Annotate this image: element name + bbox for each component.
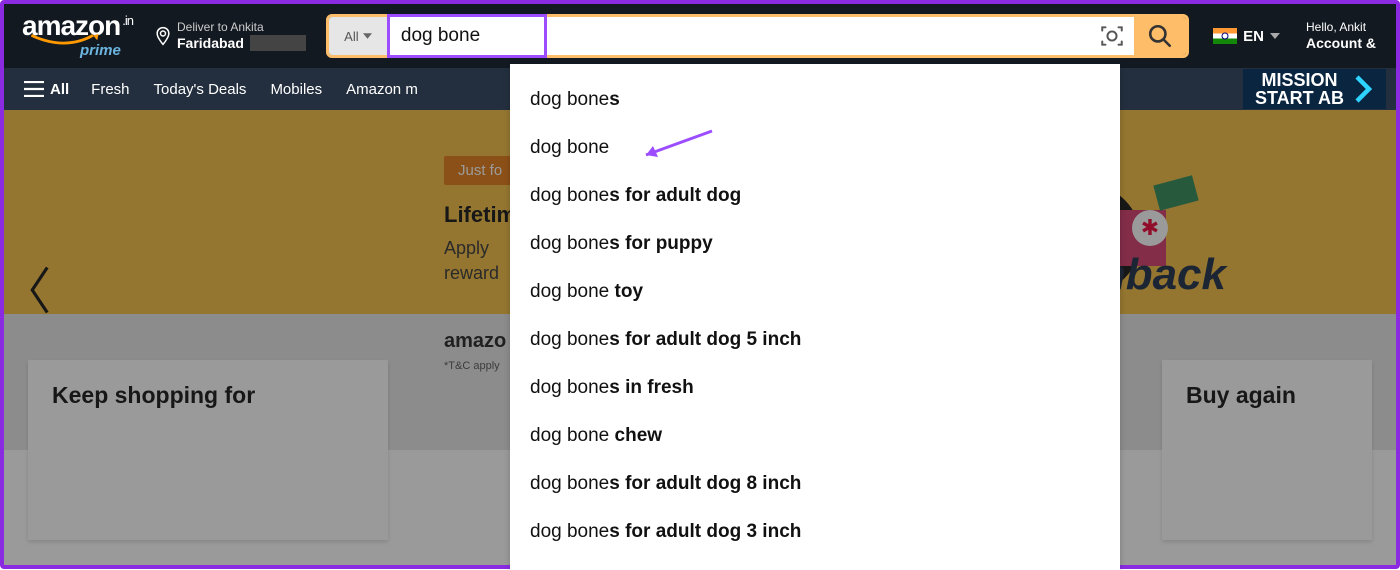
nav-mobiles[interactable]: Mobiles (258, 75, 334, 104)
all-menu-button[interactable]: All (14, 75, 79, 104)
top-navbar: amazon .in prime Deliver to Ankita Farid… (4, 4, 1396, 68)
search-submit-button[interactable] (1134, 17, 1186, 55)
suggestion-item[interactable]: dog bones for adult dog 3 inch (510, 508, 1120, 556)
logo-tld: .in (122, 15, 133, 27)
account-greeting: Hello, Ankit (1306, 21, 1376, 35)
logo-prime-text: prime (80, 42, 121, 59)
redacted-block (250, 35, 306, 51)
caret-down-icon (363, 33, 372, 39)
search-suggestions-dropdown: dog bones dog bone dog bones for adult d… (510, 64, 1120, 570)
india-flag-icon (1213, 28, 1237, 44)
image-search-button[interactable] (1090, 17, 1134, 55)
suggestion-item[interactable]: dog bones for puppy (510, 220, 1120, 268)
account-label: Account & (1306, 35, 1376, 51)
suggestion-item[interactable]: dog bones for adult dog (510, 172, 1120, 220)
language-selector[interactable]: EN (1201, 28, 1292, 45)
mission-line2: START AB (1255, 89, 1344, 107)
location-pin-icon (153, 25, 173, 47)
language-code: EN (1243, 28, 1264, 45)
account-menu[interactable]: Hello, Ankit Account & (1296, 21, 1386, 51)
suggestion-item[interactable]: dog bone (510, 124, 1120, 172)
search-bar: All (326, 14, 1189, 58)
chevron-right-icon (1354, 74, 1372, 104)
mission-banner[interactable]: MISSION START AB (1243, 69, 1386, 109)
magnifier-icon (1147, 23, 1173, 49)
all-menu-label: All (50, 81, 69, 98)
deliver-line1: Deliver to Ankita (177, 21, 306, 35)
suggestion-item[interactable]: dog bones in fresh (510, 364, 1120, 412)
search-input[interactable] (387, 17, 1090, 55)
mission-line1: MISSION (1255, 71, 1344, 89)
annotation-arrow-icon (636, 127, 716, 161)
deliver-to[interactable]: Deliver to Ankita Faridabad (145, 17, 314, 55)
amazon-logo[interactable]: amazon .in prime (14, 9, 141, 63)
suggestion-item[interactable]: dog bone toy (510, 268, 1120, 316)
search-category-label: All (344, 29, 358, 44)
hamburger-icon (24, 81, 44, 97)
caret-down-icon (1270, 32, 1280, 40)
nav-fresh[interactable]: Fresh (79, 75, 141, 104)
suggestion-item[interactable]: dog bones for adult dog 8 inch (510, 460, 1120, 508)
suggestion-item[interactable]: dog bones (510, 76, 1120, 124)
nav-amazon-more[interactable]: Amazon m (334, 75, 430, 104)
deliver-city: Faridabad (177, 35, 244, 51)
suggestion-item[interactable]: dog bones for adult dog 5 inch (510, 316, 1120, 364)
suggestion-item[interactable]: dog bone chew (510, 412, 1120, 460)
search-category-dropdown[interactable]: All (329, 17, 387, 55)
nav-todays-deals[interactable]: Today's Deals (142, 75, 259, 104)
camera-lens-icon (1099, 23, 1125, 49)
